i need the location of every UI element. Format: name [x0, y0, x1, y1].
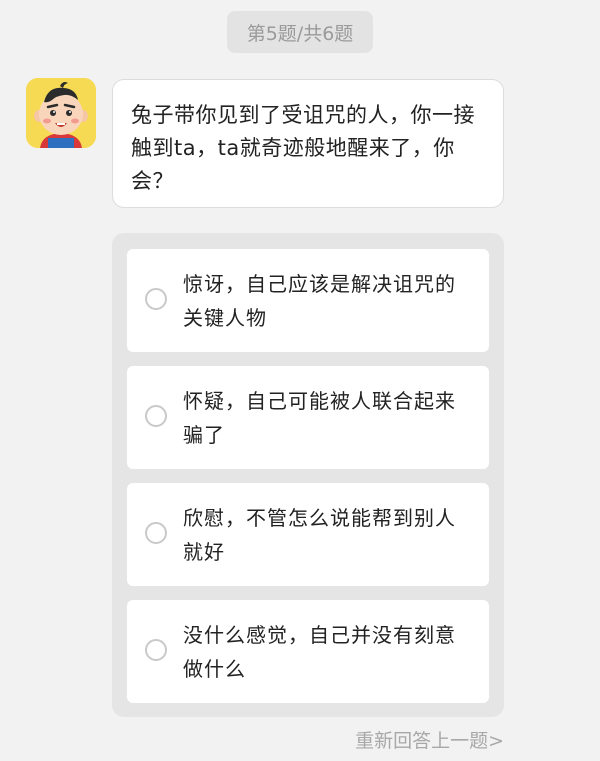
avatar — [26, 78, 96, 148]
question-bubble: 兔子带你见到了受诅咒的人，你一接触到ta，ta就奇迹般地醒来了，你会？ — [112, 79, 504, 208]
option-label: 欣慰，不管怎么说能帮到别人就好 — [183, 506, 456, 564]
option-b[interactable]: 怀疑，自己可能被人联合起来骗了 — [127, 366, 489, 469]
option-label: 惊讶，自己应该是解决诅咒的关键人物 — [183, 272, 456, 330]
progress-indicator: 第5题/共6题 — [227, 11, 373, 53]
option-label: 怀疑，自己可能被人联合起来骗了 — [183, 389, 456, 447]
radio-button[interactable] — [145, 288, 167, 310]
radio-button[interactable] — [145, 639, 167, 661]
option-c[interactable]: 欣慰，不管怎么说能帮到别人就好 — [127, 483, 489, 586]
cartoon-boy-avatar-icon — [26, 78, 96, 148]
option-a[interactable]: 惊讶，自己应该是解决诅咒的关键人物 — [127, 249, 489, 352]
options-panel: 惊讶，自己应该是解决诅咒的关键人物 怀疑，自己可能被人联合起来骗了 欣慰，不管怎… — [112, 233, 504, 717]
radio-button[interactable] — [145, 522, 167, 544]
radio-button[interactable] — [145, 405, 167, 427]
option-d[interactable]: 没什么感觉，自己并没有刻意做什么 — [127, 600, 489, 703]
redo-previous-link[interactable]: 重新回答上一题> — [355, 726, 504, 753]
option-label: 没什么感觉，自己并没有刻意做什么 — [183, 623, 456, 681]
